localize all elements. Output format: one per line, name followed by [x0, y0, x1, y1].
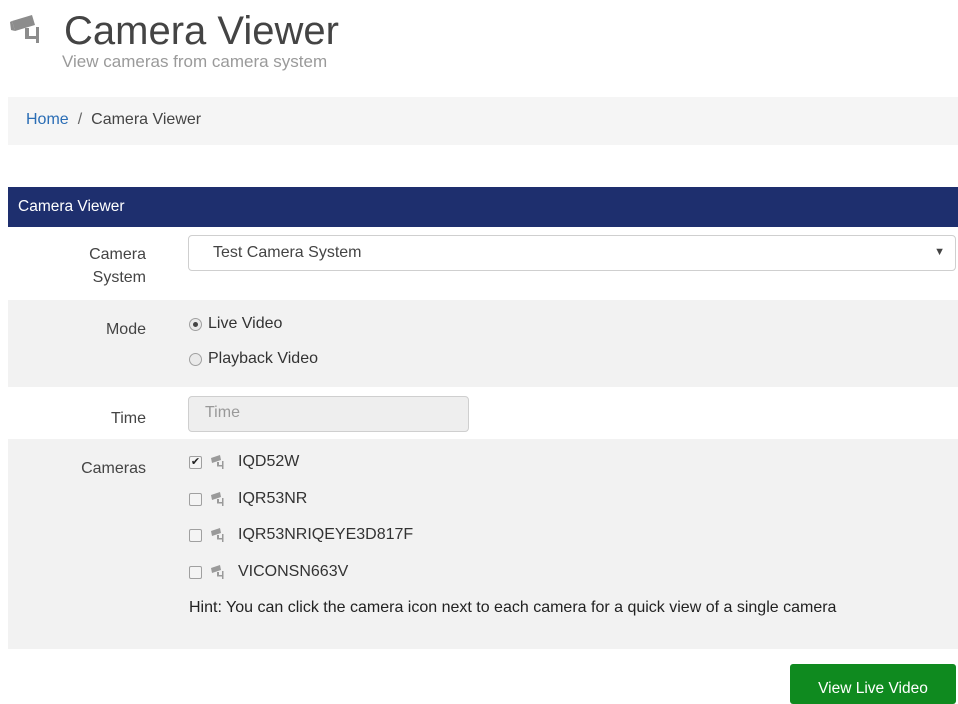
playback-video-radio[interactable]	[189, 352, 202, 366]
mode-option-live[interactable]: Live Video	[189, 315, 282, 333]
camera-system-row: Camera System Test Camera System ▼	[8, 227, 958, 300]
cameras-label: Cameras	[81, 460, 146, 477]
camera-checkbox[interactable]: ✔	[189, 455, 202, 469]
camera-name: IQD52W	[238, 453, 300, 470]
camera-system-select[interactable]: Test Camera System ▼	[188, 235, 956, 271]
page-title: Camera Viewer	[64, 9, 339, 53]
cctv-camera-icon	[10, 15, 39, 43]
camera-item: IQR53NRIQEYE3D817F	[189, 526, 413, 544]
camera-item: ✔ IQD52W	[189, 453, 299, 471]
mode-option-playback[interactable]: Playback Video	[189, 350, 318, 368]
camera-quick-view-icon[interactable]	[210, 527, 232, 543]
cameras-hint: Hint: You can click the camera icon next…	[189, 599, 837, 616]
camera-viewer-panel: Camera Viewer Camera System Test Camera …	[8, 187, 958, 649]
camera-checkbox[interactable]	[189, 528, 202, 542]
mode-row: Mode Live Video Playback Video	[8, 300, 958, 387]
mode-label: Mode	[105, 321, 146, 338]
time-label: Time	[111, 410, 146, 427]
panel-heading: Camera Viewer	[8, 187, 958, 227]
camera-quick-view-icon[interactable]	[210, 491, 232, 507]
camera-item: VICONSN663V	[189, 563, 348, 581]
camera-name: VICONSN663V	[238, 563, 349, 580]
dropdown-arrow-icon: ▼	[934, 246, 945, 258]
camera-item: IQR53NR	[189, 490, 307, 508]
breadcrumb: Home / Camera Viewer	[8, 97, 958, 145]
live-video-radio[interactable]	[189, 317, 202, 331]
cameras-row: Cameras ✔ IQD52W IQR53NR IQR53NRIQEYE3D8…	[8, 439, 958, 649]
live-video-label: Live Video	[208, 315, 283, 332]
breadcrumb-current: Camera Viewer	[91, 111, 202, 128]
playback-video-label: Playback Video	[208, 350, 318, 367]
breadcrumb-home-link[interactable]: Home	[26, 111, 69, 128]
camera-checkbox[interactable]	[189, 565, 202, 579]
time-row: Time Time	[8, 387, 958, 439]
time-input[interactable]: Time	[188, 396, 469, 432]
camera-quick-view-icon[interactable]	[210, 454, 232, 470]
camera-quick-view-icon[interactable]	[210, 564, 232, 580]
view-live-video-button[interactable]: View Live Video	[790, 664, 956, 704]
camera-name: IQR53NRIQEYE3D817F	[238, 526, 414, 543]
page-header: Camera Viewer View cameras from camera s…	[10, 8, 339, 71]
camera-system-label: Camera System	[89, 246, 146, 286]
camera-checkbox[interactable]	[189, 492, 202, 506]
page-subtitle: View cameras from camera system	[62, 52, 328, 71]
camera-name: IQR53NR	[238, 490, 308, 507]
breadcrumb-separator: /	[77, 111, 83, 128]
camera-system-selected-value: Test Camera System	[213, 244, 362, 261]
